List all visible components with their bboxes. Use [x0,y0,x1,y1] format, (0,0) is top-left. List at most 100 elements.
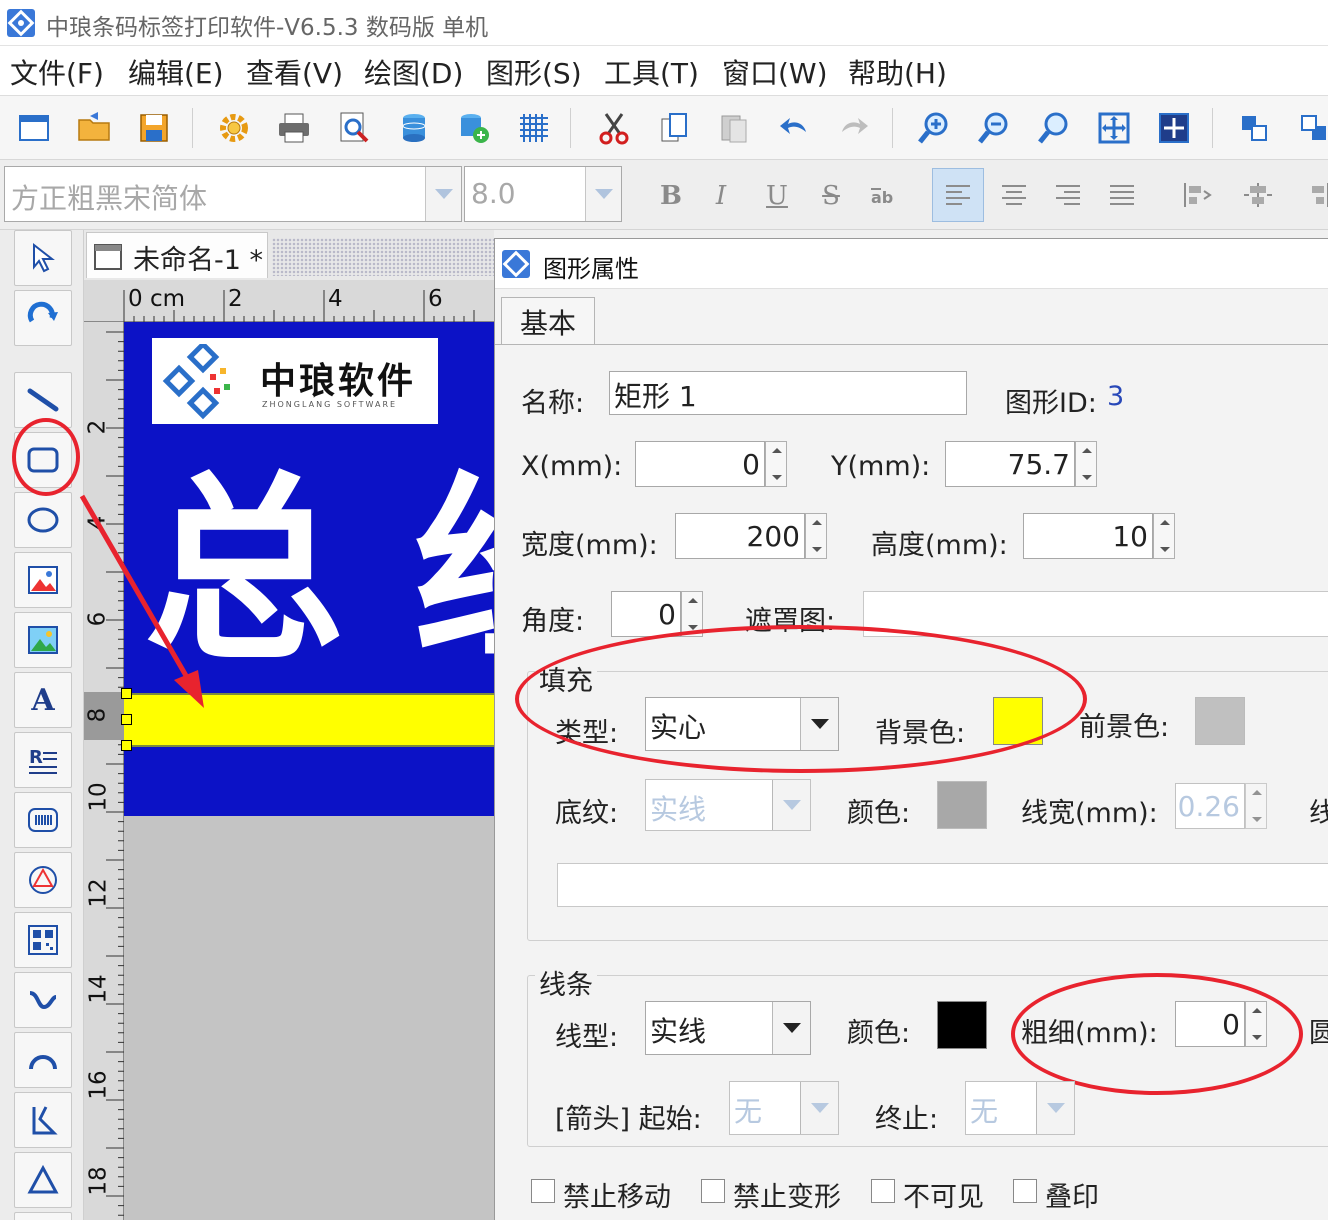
distribute-left-icon[interactable] [1172,168,1224,222]
font-size-select[interactable]: 8.0 [464,166,622,222]
polyline-tool-icon[interactable] [14,1092,72,1148]
database-icon[interactable] [392,106,436,150]
align-justify-icon[interactable] [1096,168,1148,222]
line-width-stepper[interactable] [1245,783,1267,829]
curve-tool-icon[interactable] [14,972,72,1028]
actual-size-icon[interactable] [1152,106,1196,150]
document-tab[interactable]: 未命名-1 * [86,232,268,278]
shape-id-label: 图形ID: [1005,388,1097,419]
angle-input[interactable]: 0 [611,591,681,637]
menu-view[interactable]: 查看(V) [246,52,343,92]
width-input[interactable]: 200 [675,513,805,559]
bring-front-icon[interactable] [1232,106,1276,150]
more-tools-button[interactable] [14,1212,72,1220]
send-back-icon[interactable] [1292,106,1328,150]
shape-id-value: 3 [1107,381,1125,412]
menu-tools[interactable]: 工具(T) [604,52,699,92]
qrcode-tool-icon[interactable] [14,912,72,968]
fg-color-swatch[interactable] [1195,697,1245,745]
overprint-checkbox[interactable] [1013,1179,1037,1203]
ruler-label: 2 [84,419,111,435]
name-input[interactable]: 矩形 1 [609,371,967,415]
chevron-down-icon[interactable] [772,780,810,830]
ruler-label: 4 [328,286,343,312]
chevron-down-icon[interactable] [1036,1082,1074,1134]
grid-icon[interactable] [512,106,556,150]
rich-text-tool-icon[interactable]: R [14,732,72,788]
label-big-text[interactable]: 经 [414,472,494,672]
x-stepper[interactable] [765,441,787,487]
open-folder-icon[interactable] [72,106,116,150]
zoom-in-icon[interactable] [912,106,956,150]
lock-resize-checkbox[interactable] [701,1179,725,1203]
align-right-icon[interactable] [1042,168,1094,222]
menu-shape[interactable]: 图形(S) [486,52,582,92]
triangle-tool-icon[interactable] [14,1152,72,1208]
distribute-center-icon[interactable] [1232,168,1284,222]
chevron-down-icon[interactable] [585,167,621,221]
strikethrough-button[interactable]: S [808,176,854,216]
paste-icon[interactable] [712,106,756,150]
redo-icon[interactable] [832,106,876,150]
align-left-icon[interactable] [932,168,984,222]
ellipse-tool-icon[interactable] [14,492,72,548]
zoom-out-icon[interactable] [972,106,1016,150]
distribute-right-icon[interactable] [1290,168,1328,222]
line-width-input[interactable]: 0.26 [1175,783,1245,829]
chevron-down-icon[interactable] [800,1082,838,1134]
pattern-select[interactable]: 实线 [645,779,811,831]
save-icon[interactable] [132,106,176,150]
annotation-arrow [79,494,204,708]
print-icon[interactable] [272,106,316,150]
cut-icon[interactable] [592,106,636,150]
copy-icon[interactable] [652,106,696,150]
select-pointer-icon[interactable] [14,230,72,286]
barcode-tool-icon[interactable] [14,792,72,848]
arrow-start-select[interactable]: 无 [729,1081,839,1135]
menu-file[interactable]: 文件(F) [10,52,104,92]
underline-button[interactable]: U [754,176,800,216]
pattern-color-swatch[interactable] [937,781,987,829]
shape-properties-dialog: 图形属性 基本 名称: 矩形 1 图形ID: 3 X(mm): 0 Y(mm):… [494,238,1328,1220]
y-input[interactable]: 75.7 [945,441,1075,487]
italic-button[interactable]: I [698,176,744,216]
align-center-icon[interactable] [988,168,1040,222]
shape-tool-icon[interactable] [14,852,72,908]
arc-tool-icon[interactable] [14,1032,72,1088]
chevron-down-icon[interactable] [425,167,461,221]
selection-handle[interactable] [121,740,132,751]
menu-edit[interactable]: 编辑(E) [128,52,224,92]
rotate-tool-icon[interactable] [14,290,72,346]
new-file-icon[interactable] [12,106,56,150]
tab-basic[interactable]: 基本 [501,297,595,345]
picture-tool-icon[interactable] [14,612,72,668]
text-tool-icon[interactable]: A [14,672,72,728]
invisible-checkbox[interactable] [871,1179,895,1203]
mask-input[interactable] [863,591,1328,637]
menu-help[interactable]: 帮助(H) [848,52,947,92]
width-stepper[interactable] [805,513,827,559]
font-family-select[interactable]: 方正粗黑宋简体 [4,166,462,222]
settings-gear-icon[interactable] [212,106,256,150]
arrow-end-select[interactable]: 无 [965,1081,1075,1135]
lock-resize-label: 禁止变形 [733,1182,841,1213]
chevron-down-icon[interactable] [772,1002,810,1054]
database-sync-icon[interactable] [452,106,496,150]
menu-window[interactable]: 窗口(W) [722,52,828,92]
line-type-select[interactable]: 实线 [645,1001,811,1055]
undo-icon[interactable] [772,106,816,150]
bold-button[interactable]: B [648,176,694,216]
fit-page-icon[interactable] [1092,106,1136,150]
height-stepper[interactable] [1153,513,1175,559]
menu-draw[interactable]: 绘图(D) [364,52,463,92]
x-input[interactable]: 0 [635,441,765,487]
text-effect-icon[interactable]: ab [860,176,906,216]
zoom-icon[interactable] [1032,106,1076,150]
ruler-label: 6 [428,286,443,312]
height-input[interactable]: 10 [1023,513,1153,559]
lock-move-checkbox[interactable] [531,1179,555,1203]
line-color-swatch[interactable] [937,1001,987,1049]
print-preview-icon[interactable] [332,106,376,150]
y-stepper[interactable] [1075,441,1097,487]
image-tool-icon[interactable] [14,552,72,608]
